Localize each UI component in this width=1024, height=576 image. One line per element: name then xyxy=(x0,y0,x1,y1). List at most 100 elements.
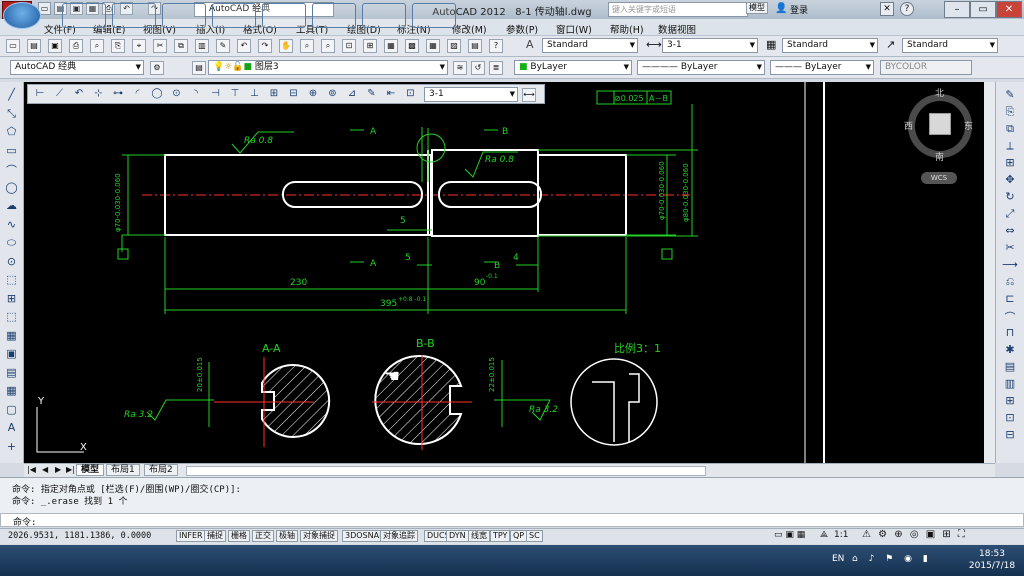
taskbar-app-media[interactable] xyxy=(162,3,206,28)
dim-style-select[interactable]: 3-1 ▼ xyxy=(662,38,758,53)
region-icon[interactable]: ▤ xyxy=(3,366,20,381)
dim-tool-1-icon[interactable]: ⟋ xyxy=(52,88,68,101)
status-toggle-9[interactable]: DYN xyxy=(446,530,469,542)
color-select[interactable]: ■ ByLayer ▼ xyxy=(514,60,632,75)
status-toggle-11[interactable]: TPY xyxy=(490,530,511,542)
taskbar-app-browser[interactable] xyxy=(62,3,106,28)
dim-tool-12-icon[interactable]: ⊞ xyxy=(266,88,282,101)
mtext-icon[interactable]: A xyxy=(3,421,20,436)
tab-nav-next-icon[interactable]: ▶ xyxy=(55,465,61,474)
start-button[interactable] xyxy=(3,2,41,29)
array-icon[interactable]: ⊞ xyxy=(1000,156,1020,170)
table-style-select[interactable]: Standard ▼ xyxy=(782,38,878,53)
ellipse-icon[interactable]: ⬭ xyxy=(3,236,20,251)
tab-nav-last-icon[interactable]: ▶| xyxy=(66,465,75,474)
status-toggle-7[interactable]: 对象追踪 xyxy=(380,530,418,542)
dim-tool-11-icon[interactable]: ⊥ xyxy=(247,88,263,101)
help-button[interactable]: ? xyxy=(900,2,914,16)
make-block-icon[interactable]: ⊞ xyxy=(3,292,20,307)
dim-tool-13-icon[interactable]: ⊟ xyxy=(286,88,302,101)
layer-unlock-icon[interactable]: ⊟ xyxy=(1000,428,1020,442)
dim-tool-17-icon[interactable]: ✎ xyxy=(364,88,380,101)
taskbar-app-autocad[interactable] xyxy=(262,3,306,28)
lineweight-select[interactable]: ——— ByLayer ▼ xyxy=(770,60,874,75)
offset-icon[interactable]: ⟂ xyxy=(1000,139,1020,153)
dim-toolbar-style-select[interactable]: 3-1 ▼ xyxy=(424,87,518,102)
command-input[interactable]: 命令: xyxy=(0,513,1024,528)
wcs-menu[interactable]: WCS xyxy=(921,172,957,184)
scale-icon[interactable]: ⤢ xyxy=(1000,207,1020,221)
publish-icon[interactable]: ⎘ xyxy=(111,39,125,53)
spline-icon[interactable]: ∿ xyxy=(3,218,20,233)
text-style-select[interactable]: Standard ▼ xyxy=(542,38,638,53)
layer-previous-icon[interactable]: ↺ xyxy=(471,61,485,75)
viewcube-south[interactable]: 南 xyxy=(935,150,944,163)
status-toggle-0[interactable]: INFER xyxy=(176,530,206,542)
status-toggle-1[interactable]: 捕捉 xyxy=(204,530,226,542)
tab-nav-first-icon[interactable]: |◀ xyxy=(27,465,36,474)
properties-icon[interactable]: ⊞ xyxy=(363,39,377,53)
rotate-icon[interactable]: ↻ xyxy=(1000,190,1020,204)
dim-tool-19-icon[interactable]: ⊡ xyxy=(403,88,419,101)
cut-icon[interactable]: ✂ xyxy=(153,39,167,53)
menu-item-8[interactable]: 修改(M) xyxy=(452,22,487,36)
layer-match-icon[interactable]: ⊞ xyxy=(1000,394,1020,408)
pan-icon[interactable]: ✋ xyxy=(279,39,293,53)
erase-icon[interactable]: ✎ xyxy=(1000,88,1020,102)
status-toggle-3[interactable]: 正交 xyxy=(252,530,274,542)
input-language[interactable]: EN xyxy=(832,554,844,564)
break-icon[interactable]: ⊏ xyxy=(1000,292,1020,306)
taskbar-app-notes[interactable] xyxy=(362,3,406,28)
dim-tool-9-icon[interactable]: ⊣ xyxy=(208,88,224,101)
copy-icon[interactable]: ⧉ xyxy=(174,39,188,53)
tab-nav-prev-icon[interactable]: ◀ xyxy=(42,465,48,474)
gradient-icon[interactable]: ▣ xyxy=(3,347,20,362)
polygon-icon[interactable]: ⬠ xyxy=(3,125,20,140)
point-icon[interactable]: ⬚ xyxy=(3,310,20,325)
rectangle-icon[interactable]: ▭ xyxy=(3,144,20,159)
dim-tool-5-icon[interactable]: ◜ xyxy=(130,88,146,101)
dim-toolbar-style-icon[interactable]: ⟷ xyxy=(522,88,536,102)
mtext-frame-icon[interactable]: ▢ xyxy=(3,403,20,418)
menu-item-12[interactable]: 数据视图 xyxy=(658,22,696,36)
join-icon[interactable]: ⌒ xyxy=(1000,309,1020,324)
mleader-style-select[interactable]: Standard ▼ xyxy=(902,38,998,53)
line-icon[interactable]: ╱ xyxy=(3,88,20,103)
hatch-icon[interactable]: ▦ xyxy=(3,329,20,344)
dim-tool-2-icon[interactable]: ↶ xyxy=(71,88,87,101)
system-clock[interactable]: 18:53 2015/7/18 xyxy=(962,548,1022,572)
dim-tool-0-icon[interactable]: ⊢ xyxy=(32,88,48,101)
taskbar-app-office[interactable] xyxy=(312,3,356,28)
mirror-icon[interactable]: ⧉ xyxy=(1000,122,1020,136)
menu-item-9[interactable]: 参数(P) xyxy=(506,22,538,36)
save-icon[interactable]: ▣ xyxy=(48,39,62,53)
status-tray-icons[interactable]: ⚠ ⚙ ⊕ ◎ ▣ ⊞ ⛶ xyxy=(862,529,967,540)
layer-select[interactable]: 💡☼🔓■ 图层3 ▼ xyxy=(208,60,448,75)
maximize-button[interactable]: ▭ xyxy=(970,1,996,18)
copy-icon[interactable]: ⎘ xyxy=(1000,105,1020,119)
tab-layout2[interactable]: 布局2 xyxy=(144,464,178,476)
preview-icon[interactable]: ⌕ xyxy=(90,39,104,53)
drawing-canvas[interactable]: A B A B Ra 0.8 Ra 0.8 ⊘0.025 A－B 230 5 5… xyxy=(24,82,995,463)
tool-palettes-icon[interactable]: ▩ xyxy=(405,39,419,53)
chamfer-icon[interactable]: ⊓ xyxy=(1000,326,1020,340)
viewcube-face[interactable] xyxy=(929,113,951,135)
markup-icon[interactable]: ▨ xyxy=(447,39,461,53)
sheet-set-icon[interactable]: ▦ xyxy=(426,39,440,53)
make-current-icon[interactable]: ≋ xyxy=(453,61,467,75)
model-space-button[interactable]: 模型 xyxy=(746,2,768,14)
dim-tool-14-icon[interactable]: ⊕ xyxy=(305,88,321,101)
viewcube-west[interactable]: 西 xyxy=(904,119,913,132)
ellipse-arc-icon[interactable]: ⊙ xyxy=(3,255,20,270)
taskbar-app-recorder[interactable] xyxy=(412,3,456,28)
dim-tool-7-icon[interactable]: ⊙ xyxy=(169,88,185,101)
workspace-settings-icon[interactable]: ⚙ xyxy=(150,61,164,75)
table-icon[interactable]: ▦ xyxy=(3,384,20,399)
dim-tool-15-icon[interactable]: ⊚ xyxy=(325,88,341,101)
status-toggle-4[interactable]: 极轴 xyxy=(276,530,298,542)
calc-icon[interactable]: ▤ xyxy=(468,39,482,53)
linetype-select[interactable]: ———— ByLayer ▼ xyxy=(637,60,765,75)
layer-state-icon[interactable]: ≣ xyxy=(489,61,503,75)
layer-walk-icon[interactable]: ▥ xyxy=(1000,377,1020,391)
horizontal-scrollbar[interactable] xyxy=(186,466,706,476)
